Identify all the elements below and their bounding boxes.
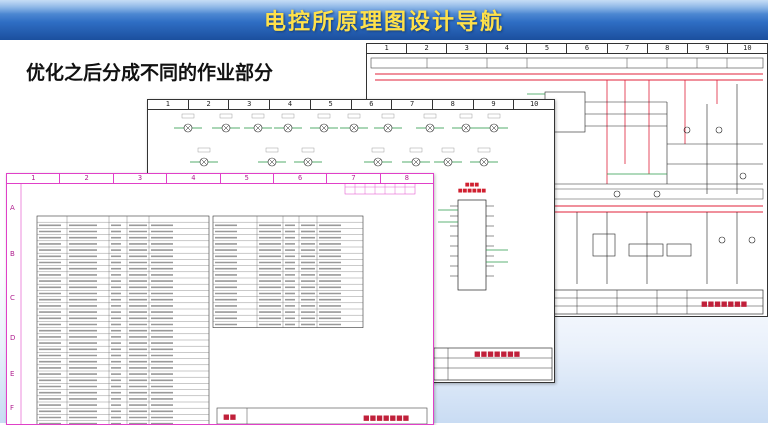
row-letter: C [10, 294, 15, 302]
column-number: 7 [608, 44, 648, 53]
column-number: 1 [7, 174, 61, 183]
column-number: 8 [404, 174, 409, 182]
column-number: 5 [311, 100, 352, 109]
svg-text:■■■■■■: ■■■■■■ [458, 188, 487, 194]
column-number: 2 [407, 44, 448, 53]
column-number: 1 [148, 100, 189, 109]
column-number: 8 [648, 44, 688, 53]
column-number: 5 [221, 174, 274, 183]
column-number: 3 [229, 100, 271, 109]
svg-text:■■■■■■■: ■■■■■■■ [363, 414, 409, 422]
column-number: 7 [392, 100, 433, 109]
component-list-sheet[interactable]: 1 2 3 4 5 6 7 8 A B C D E F ■■ ■■■■■■■ [6, 173, 434, 425]
column-number: 8 [433, 100, 474, 109]
column-number: 2 [60, 174, 114, 183]
column-number: 7 [327, 174, 381, 183]
column-number: 3 [114, 174, 168, 183]
slide-subtitle: 优化之后分成不同的作业部分 [26, 62, 274, 84]
column-number: 5 [527, 44, 568, 53]
column-number: 2 [189, 100, 230, 109]
svg-text:■■■■■■■: ■■■■■■■ [701, 300, 747, 308]
column-number: 4 [167, 174, 221, 183]
column-number: 9 [688, 44, 728, 53]
title-banner: 电控所原理图设计导航 [0, 0, 768, 40]
column-ruler-right: 1 2 3 4 5 6 7 8 9 10 [367, 44, 767, 54]
column-number: 10 [529, 100, 539, 108]
column-number: 9 [474, 100, 515, 109]
column-number: 1 [367, 44, 408, 53]
row-letter: D [10, 334, 16, 342]
column-number: 6 [567, 44, 608, 53]
component-tables-drawing: ■■ ■■■■■■■ [20, 179, 428, 424]
row-letter: E [10, 370, 15, 378]
column-ruler-middle: 1 2 3 4 5 6 7 8 9 10 [148, 100, 554, 110]
column-number: 4 [270, 100, 311, 109]
column-number: 6 [274, 174, 328, 183]
column-number: 4 [487, 44, 528, 53]
row-letter: A [10, 204, 15, 212]
column-number: 10 [743, 44, 752, 52]
column-number: 3 [447, 44, 488, 53]
row-letter: B [10, 250, 15, 258]
svg-text:■■: ■■ [223, 413, 236, 421]
slide-title: 电控所原理图设计导航 [263, 10, 504, 35]
row-letter: F [10, 404, 15, 412]
column-ruler-front: 1 2 3 4 5 6 7 8 [7, 174, 433, 184]
column-number: 6 [352, 100, 393, 109]
svg-text:■■■■■■■: ■■■■■■■ [474, 350, 520, 358]
